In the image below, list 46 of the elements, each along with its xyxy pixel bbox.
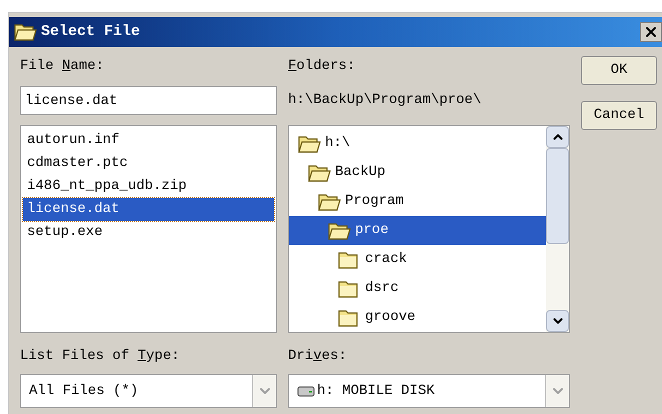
folders-label: Folders: <box>288 59 356 73</box>
open-folder-icon <box>327 220 351 240</box>
scroll-down-button[interactable] <box>546 310 569 332</box>
folder-name: h:\ <box>325 134 350 153</box>
scroll-thumb[interactable] <box>546 148 569 244</box>
folder-name: Program <box>345 192 404 211</box>
file-type-dropdown[interactable]: All Files (*) <box>20 374 277 408</box>
current-path: h:\BackUp\Program\proe\ <box>288 91 482 110</box>
file-type-label: List Files of Type: <box>20 349 180 363</box>
drive-icon <box>297 385 315 397</box>
open-folder-icon <box>307 162 331 182</box>
file-item[interactable]: autorun.inf <box>23 129 274 152</box>
file-name-field[interactable]: license.dat <box>20 86 277 115</box>
close-button[interactable] <box>640 22 662 42</box>
folder-name: BackUp <box>335 163 386 182</box>
folder-item[interactable]: h:\ <box>289 129 546 158</box>
folder-name: crack <box>365 250 408 269</box>
folder-item[interactable]: groove <box>289 303 546 332</box>
open-folder-icon <box>13 22 37 42</box>
combo-value: h: MOBILE DISK <box>317 382 435 400</box>
dropdown-button[interactable] <box>545 375 569 407</box>
folder-name: groove <box>365 308 416 327</box>
drives-dropdown[interactable]: h: MOBILE DISK <box>288 374 570 408</box>
dialog-button[interactable]: Cancel <box>581 101 657 130</box>
file-item[interactable]: setup.exe <box>23 221 274 244</box>
file-item[interactable]: license.dat <box>23 198 274 221</box>
folder-item[interactable]: BackUp <box>289 158 546 187</box>
folder-name: proe <box>355 221 389 240</box>
file-name-label: File Name: <box>20 59 104 73</box>
dialog-button[interactable]: OK <box>581 56 657 85</box>
scrollbar[interactable] <box>546 126 569 332</box>
dropdown-button[interactable] <box>252 375 276 407</box>
open-folder-icon <box>297 134 321 154</box>
folder-item[interactable]: Program <box>289 187 546 216</box>
drives-label: Drives: <box>288 349 347 363</box>
folder-item[interactable]: dsrc <box>289 274 546 303</box>
window-title: Select File <box>41 22 142 42</box>
file-item[interactable]: i486_nt_ppa_udb.zip <box>23 175 274 198</box>
folder-item[interactable]: crack <box>289 245 546 274</box>
scroll-up-button[interactable] <box>546 126 569 148</box>
close-icon <box>643 24 659 40</box>
folder-name: dsrc <box>365 279 399 298</box>
folder-item[interactable]: proe <box>289 216 546 245</box>
open-folder-icon <box>317 192 341 212</box>
file-item[interactable]: cdmaster.ptc <box>23 152 274 175</box>
combo-value: All Files (*) <box>29 382 138 400</box>
